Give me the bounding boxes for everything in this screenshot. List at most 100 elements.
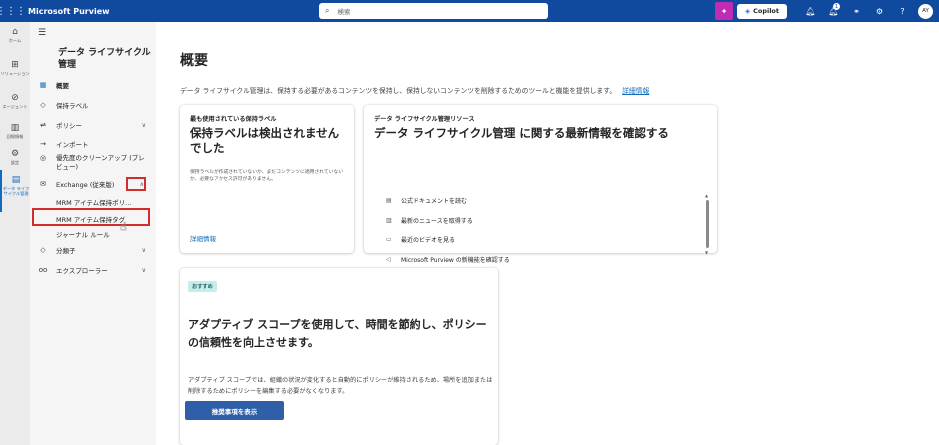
rail-item-solutions[interactable]: ⊞ ソリューション bbox=[0, 55, 30, 88]
page-title: 概要 bbox=[180, 53, 208, 69]
nav-pane: ☰ データ ライフサイクル管理 ▦ 概要 ◇ 保持ラベル ⇌ ポリシー ∨ → … bbox=[30, 22, 156, 445]
nav-item-policies[interactable]: ⇌ ポリシー ∨ bbox=[36, 118, 154, 132]
video-icon: ▭ bbox=[386, 236, 392, 243]
nav-label-exchange: Exchange (従来版) bbox=[56, 181, 115, 189]
card1-description: 保持ラベルが作成されていないか、まだコンテンツに適用されていないか、必要なアクセ… bbox=[190, 170, 344, 182]
news-icon: ▥ bbox=[386, 217, 392, 224]
cleanup-icon: ◎ bbox=[39, 154, 47, 162]
rail-item-home[interactable]: ⌂ ホーム bbox=[0, 22, 30, 55]
rail-item-settings[interactable]: ⚙ 設定 bbox=[0, 144, 30, 170]
tag-icon: ◇ bbox=[40, 101, 46, 109]
notifications-icon[interactable]: 🔔︎ 1 bbox=[822, 0, 845, 22]
app-name[interactable]: Microsoft Purview bbox=[28, 7, 110, 16]
rail-label-home: ホーム bbox=[8, 38, 22, 43]
document-icon: ▤ bbox=[386, 197, 392, 204]
nav-label-priority-cleanup: 優先度のクリーンアップ (プレビュー) bbox=[56, 154, 145, 171]
card2-heading: データ ライフサイクル管理 に関する最新情報を確認する bbox=[374, 126, 669, 140]
highlight-box-chevron bbox=[126, 177, 146, 191]
card3-heading: アダプティブ スコープを使用して、時間を節約し、ポリシーの信頼性を向上させます。 bbox=[188, 318, 487, 349]
resource-item-whats-new[interactable]: ◁ Microsoft Purview の新機能を確認する bbox=[386, 255, 510, 264]
book-icon: ▥ bbox=[10, 123, 20, 133]
rail-item-learn[interactable]: ▥ 回線情報 bbox=[0, 118, 30, 144]
nav-label-overview: 概要 bbox=[56, 82, 69, 90]
card1-heading: 保持ラベルは検出されませんでした bbox=[190, 126, 340, 155]
mail-icon: ✉ bbox=[40, 180, 46, 188]
resource-item-video[interactable]: ▭ 最近のビデオを見る bbox=[386, 235, 455, 244]
top-bar: ⋮⋮⋮ Microsoft Purview ⌕ 検索 ✦ ◈ Copilot 🔔… bbox=[0, 0, 939, 22]
nav-item-overview[interactable]: ▦ 概要 bbox=[36, 78, 154, 92]
highlight-box-mrm-tags bbox=[32, 208, 150, 226]
search-placeholder: 検索 bbox=[337, 8, 351, 16]
card2-eyebrow: データ ライフサイクル管理リソース bbox=[374, 116, 475, 123]
card1-learn-more-link[interactable]: 詳細情報 bbox=[190, 233, 216, 243]
copilot-label: Copilot bbox=[753, 7, 779, 15]
agent-icon: ⊘ bbox=[11, 93, 19, 103]
card-resources: データ ライフサイクル管理リソース データ ライフサイクル管理 に関する最新情報… bbox=[364, 105, 717, 264]
gear-icon: ⚙ bbox=[10, 149, 20, 159]
arrow-right-icon: → bbox=[40, 140, 46, 148]
resource-label-whats-new: Microsoft Purview の新機能を確認する bbox=[401, 257, 510, 264]
settings-gear-icon[interactable]: ⚙ bbox=[868, 0, 891, 22]
nav-title: データ ライフサイクル管理 bbox=[58, 48, 151, 70]
copilot-icon: ◈ bbox=[745, 7, 751, 15]
home-icon: ⌂ bbox=[12, 27, 18, 37]
nav-item-priority-cleanup[interactable]: ◎ 優先度のクリーンアップ (プレビュー) bbox=[36, 154, 154, 176]
avatar[interactable]: AY bbox=[918, 3, 933, 19]
rail-label-settings: 設定 bbox=[10, 160, 20, 165]
scroll-thumb[interactable] bbox=[706, 200, 709, 248]
intro-sentence: データ ライフサイクル管理は、保持する必要があるコンテンツを保持し、保持しないコ… bbox=[180, 87, 617, 95]
nav-item-explorers[interactable]: oo エクスプローラー ∨ bbox=[36, 263, 154, 277]
overview-icon: ▦ bbox=[39, 81, 47, 89]
card-recommendation: おすすめ アダプティブ スコープを使用して、時間を節約し、ポリシーの信頼性を向上… bbox=[180, 268, 498, 445]
nav-item-mrm-policies[interactable]: MRM アイテム保持ポリ... bbox=[56, 197, 131, 207]
view-recommendations-button[interactable]: 推奨事項を表示 bbox=[185, 401, 284, 420]
rail-label-agents: エージェント bbox=[2, 104, 28, 109]
nav-item-journal-rules[interactable]: ジャーナル ルール bbox=[56, 229, 110, 239]
intro-text: データ ライフサイクル管理は、保持する必要があるコンテンツを保持し、保持しないコ… bbox=[180, 85, 649, 95]
rail-label-learn: 回線情報 bbox=[6, 134, 24, 139]
search-box[interactable]: ⌕ 検索 bbox=[319, 3, 548, 19]
rail-label-lifecycle: データ ライフサイクル管理 bbox=[2, 186, 30, 196]
copilot-button[interactable]: ◈ Copilot bbox=[737, 3, 787, 19]
help-icon[interactable]: ? bbox=[891, 0, 914, 22]
nav-label-classifiers: 分類子 bbox=[56, 247, 76, 255]
lifecycle-icon: ▤ bbox=[11, 175, 21, 185]
scroll-down-icon[interactable]: ▼ bbox=[705, 250, 708, 255]
resource-label-video: 最近のビデオを見る bbox=[401, 237, 456, 244]
nav-item-import[interactable]: → インポート bbox=[36, 137, 154, 151]
recommended-badge: おすすめ bbox=[188, 281, 217, 292]
chevron-down-icon: ∨ bbox=[141, 121, 146, 129]
share-icon[interactable]: ⚭ bbox=[845, 0, 868, 22]
chevron-down-icon: ∨ bbox=[141, 266, 146, 274]
intro-learn-more-link[interactable]: 詳細情報 bbox=[622, 87, 649, 95]
resource-label-news: 最新のニュースを取得する bbox=[401, 218, 473, 225]
scroll-up-icon[interactable]: ▲ bbox=[705, 193, 708, 198]
app-launcher-icon[interactable]: ⋮⋮⋮ bbox=[0, 0, 26, 22]
rail-label-solutions: ソリューション bbox=[0, 71, 30, 76]
rail-item-lifecycle[interactable]: ▤ データ ライフサイクル管理 bbox=[0, 170, 30, 212]
resource-item-docs[interactable]: ▤ 公式ドキュメントを読む bbox=[386, 196, 467, 205]
resources-scrollbar[interactable]: ▲ ▼ bbox=[705, 193, 709, 255]
grid-icon: ⊞ bbox=[11, 60, 19, 70]
megaphone-icon: ◁ bbox=[386, 256, 391, 263]
nav-label-explorers: エクスプローラー bbox=[56, 267, 108, 275]
mouse-pointer-icon: ☝ bbox=[120, 220, 127, 233]
purview-agent-icon[interactable]: ✦ bbox=[715, 2, 734, 20]
card1-eyebrow: 最も使用されている保持ラベル bbox=[190, 116, 277, 123]
card-most-used-labels: 最も使用されている保持ラベル 保持ラベルは検出されませんでした 保持ラベルが作成… bbox=[180, 105, 354, 253]
nav-label-import: インポート bbox=[56, 141, 89, 149]
nav-label-retention-labels: 保持ラベル bbox=[56, 102, 89, 110]
rail-item-agents[interactable]: ⊘ エージェント bbox=[0, 88, 30, 118]
notification-badge: 1 bbox=[833, 3, 840, 10]
card3-description: アダプティブ スコープでは、組織の状況が変化すると自動的にポリシーが維持されるた… bbox=[188, 377, 493, 395]
nav-item-classifiers[interactable]: ◇ 分類子 ∨ bbox=[36, 243, 154, 257]
search-icon: ⌕ bbox=[325, 6, 330, 15]
resource-label-docs: 公式ドキュメントを読む bbox=[401, 198, 468, 205]
bell-icon[interactable]: 🔔︎ bbox=[799, 0, 822, 22]
nav-item-retention-labels[interactable]: ◇ 保持ラベル bbox=[36, 98, 154, 112]
sliders-icon: ⇌ bbox=[40, 121, 46, 129]
hamburger-icon[interactable]: ☰ bbox=[38, 28, 46, 38]
glasses-icon: oo bbox=[38, 266, 48, 274]
resource-item-news[interactable]: ▥ 最新のニュースを取得する bbox=[386, 216, 473, 225]
main-content: 概要 データ ライフサイクル管理は、保持する必要があるコンテンツを保持し、保持し… bbox=[156, 22, 939, 445]
